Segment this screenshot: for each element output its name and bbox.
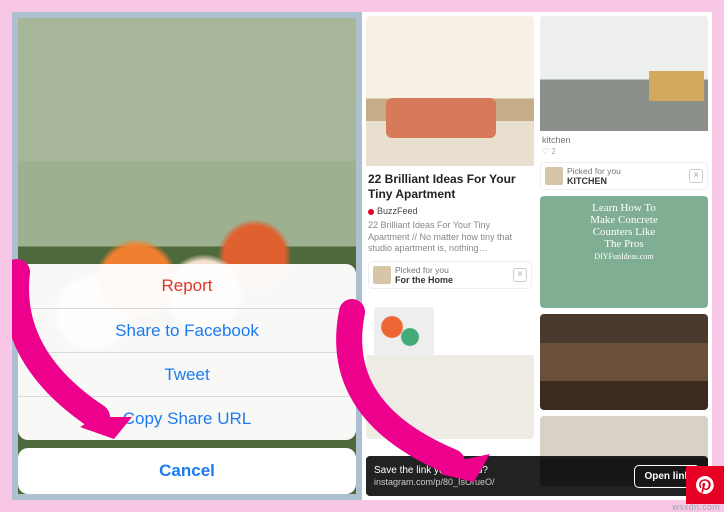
dismiss-icon[interactable]: × xyxy=(513,268,527,282)
pin-card-counter[interactable] xyxy=(540,314,708,410)
action-share-facebook[interactable]: Share to Facebook xyxy=(18,308,356,352)
pin-image xyxy=(366,16,534,166)
watermark: wsxdn.com xyxy=(672,502,720,512)
pin-card-drawer[interactable] xyxy=(366,299,534,439)
action-tweet[interactable]: Tweet xyxy=(18,352,356,396)
dismiss-icon[interactable]: × xyxy=(689,169,703,183)
tutorial-frame: Report Share to Facebook Tweet Copy Shar… xyxy=(0,0,724,512)
pin-source: BuzzFeed xyxy=(368,206,532,216)
left-screenshot: Report Share to Facebook Tweet Copy Shar… xyxy=(12,12,362,500)
pin-image xyxy=(540,314,708,410)
toast-title: Save the link you copied? xyxy=(374,465,634,477)
feed-column-2: kitchen ♡ 2 Picked for youKITCHEN × Lear… xyxy=(540,16,708,496)
picked-for-you-row: Picked for youKITCHEN × xyxy=(540,162,708,190)
pin-card-kitchen[interactable]: kitchen ♡ 2 Picked for youKITCHEN × xyxy=(540,16,708,190)
right-screenshot: 22 Brilliant Ideas For Your Tiny Apartme… xyxy=(362,12,712,500)
pin-image xyxy=(540,16,708,131)
pinterest-feed[interactable]: 22 Brilliant Ideas For Your Tiny Apartme… xyxy=(366,16,708,496)
pin-card-concrete[interactable]: Learn How To Make Concrete Counters Like… xyxy=(540,196,708,308)
toast-url: instagram.com/p/80_IsOrueO/ xyxy=(374,477,634,488)
pin-caption: kitchen xyxy=(542,135,708,145)
action-cancel[interactable]: Cancel xyxy=(18,448,356,494)
ios-action-sheet: Report Share to Facebook Tweet Copy Shar… xyxy=(18,264,356,494)
board-thumb xyxy=(373,266,391,284)
action-report[interactable]: Report xyxy=(18,264,356,308)
save-link-toast: Save the link you copied? instagram.com/… xyxy=(366,456,708,496)
board-thumb xyxy=(545,167,563,185)
action-copy-share-url[interactable]: Copy Share URL xyxy=(18,396,356,440)
pin-image xyxy=(366,299,534,439)
pin-image: Learn How To Make Concrete Counters Like… xyxy=(540,196,708,308)
pinterest-icon xyxy=(696,476,714,494)
picked-for-you-row: Picked for youFor the Home × xyxy=(368,261,532,289)
pin-description: 22 Brilliant Ideas For Your Tiny Apartme… xyxy=(368,220,532,255)
pin-card-apartment[interactable]: 22 Brilliant Ideas For Your Tiny Apartme… xyxy=(366,16,534,293)
pin-title: 22 Brilliant Ideas For Your Tiny Apartme… xyxy=(368,172,532,202)
action-sheet-group: Report Share to Facebook Tweet Copy Shar… xyxy=(18,264,356,440)
pin-likes: ♡ 2 xyxy=(542,147,708,156)
feed-column-1: 22 Brilliant Ideas For Your Tiny Apartme… xyxy=(366,16,534,496)
pinterest-share-button[interactable] xyxy=(686,466,724,504)
